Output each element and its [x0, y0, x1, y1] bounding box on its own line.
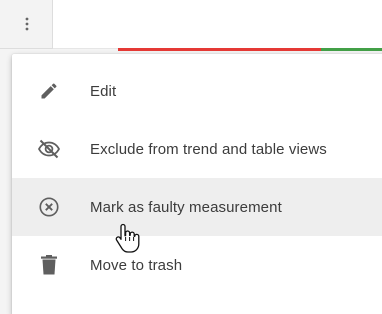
kebab-cell — [0, 0, 53, 49]
menu-item-label: Exclude from trend and table views — [90, 140, 327, 158]
pencil-icon — [36, 78, 62, 104]
menu-item-mark-faulty[interactable]: Mark as faulty measurement — [12, 178, 382, 236]
context-menu: Edit Exclude from trend and table views — [12, 54, 382, 314]
menu-item-label: Mark as faulty measurement — [90, 198, 282, 216]
menu-item-move-to-trash[interactable]: Move to trash — [12, 236, 382, 294]
screen: Edit Exclude from trend and table views — [0, 0, 382, 314]
trend-line-red — [118, 48, 321, 51]
menu-item-label: Move to trash — [90, 256, 183, 274]
header-strip — [0, 0, 382, 49]
circle-x-icon — [36, 194, 62, 220]
trash-icon — [36, 252, 62, 278]
trend-line-green — [321, 48, 382, 51]
vertical-dots-icon[interactable] — [18, 14, 36, 34]
menu-item-exclude[interactable]: Exclude from trend and table views — [12, 120, 382, 178]
eye-off-icon — [36, 136, 62, 162]
menu-item-edit[interactable]: Edit — [12, 62, 382, 120]
menu-item-label: Edit — [90, 82, 117, 100]
